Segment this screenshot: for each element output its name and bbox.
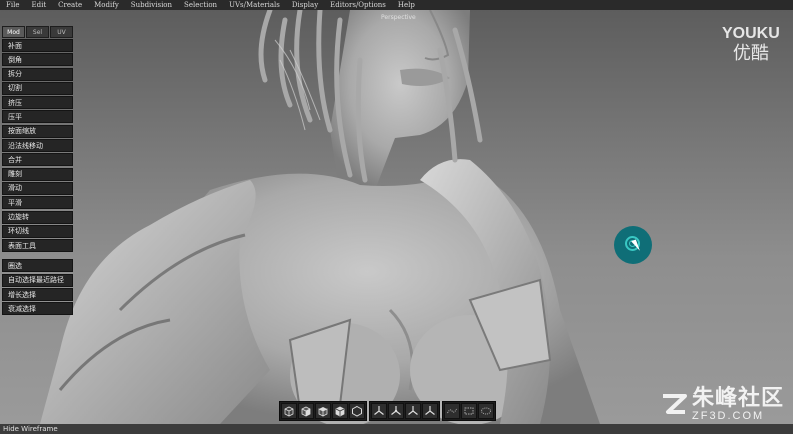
axis-xyz-icon[interactable] [371, 403, 387, 419]
tab-mod[interactable]: Mod [2, 26, 25, 38]
tool-button-8[interactable]: 合并 [2, 153, 73, 167]
axis-button-group [369, 401, 440, 421]
menu-subdivision[interactable]: Subdivision [125, 0, 178, 10]
tool-button-5[interactable]: 压平 [2, 110, 73, 124]
view-cube-side-icon[interactable] [298, 403, 314, 419]
edge-select-icon[interactable] [461, 403, 477, 419]
menu-help[interactable]: Help [392, 0, 421, 10]
youku-logo-en: YOUKU [722, 25, 780, 42]
3d-viewport[interactable]: Perspective [0, 10, 793, 424]
axis-xy-icon[interactable] [388, 403, 404, 419]
menu-create[interactable]: Create [52, 0, 88, 10]
selection-tool-button-1[interactable]: 自动选择最近路径 [2, 273, 73, 287]
tab-uv[interactable]: UV [50, 26, 73, 38]
axis-yz-icon[interactable] [422, 403, 438, 419]
view-cube-front-icon[interactable] [281, 403, 297, 419]
view-button-group [279, 401, 367, 421]
vertex-select-icon[interactable] [444, 403, 460, 419]
tool-button-12[interactable]: 边旋转 [2, 210, 73, 224]
selection-tool-button-3[interactable]: 衰减选择 [2, 302, 73, 316]
tool-button-13[interactable]: 环切线 [2, 224, 73, 238]
menu-file[interactable]: File [0, 0, 25, 10]
menu-edit[interactable]: Edit [25, 0, 52, 10]
view-cube-persp-icon[interactable] [332, 403, 348, 419]
status-text: Hide Wireframe [3, 425, 58, 433]
bottom-toolbar [279, 401, 496, 421]
view-cube-top-icon[interactable] [315, 403, 331, 419]
character-model-render [40, 10, 600, 424]
axis-xz-icon[interactable] [405, 403, 421, 419]
modeling-tool-panel: Mod Sel UV 补面 倒角 拆分 切割 挤压 压平 按面缩放 沿法线移动 合并 雕刻 滑动 平滑… [2, 26, 73, 317]
menu-editors-options[interactable]: Editors/Options [324, 0, 392, 10]
zf3d-emblem-icon [663, 394, 687, 414]
selection-tool-button-2[interactable]: 增长选择 [2, 288, 73, 302]
panel-tabs: Mod Sel UV [2, 26, 73, 38]
zf3d-name-cn: 朱峰社区 [692, 386, 785, 411]
zf3d-name-en: ZF3D.COM [692, 410, 765, 422]
tool-button-4[interactable]: 挤压 [2, 96, 73, 110]
viewport-label: Perspective [381, 14, 416, 21]
menu-display[interactable]: Display [286, 0, 324, 10]
menu-uvs-materials[interactable]: UVs/Materials [223, 0, 286, 10]
status-bar: Hide Wireframe [0, 424, 793, 434]
zf3d-logo: 朱峰社区 ZF3D.COM [660, 388, 784, 422]
tool-button-1[interactable]: 倒角 [2, 53, 73, 67]
cursor-highlight [614, 226, 652, 264]
tool-button-0[interactable]: 补面 [2, 39, 73, 52]
selection-tool-button-0[interactable]: 圈选 [2, 259, 73, 273]
menu-bar: File Edit Create Modify Subdivision Selection… [0, 0, 793, 10]
face-select-icon[interactable] [478, 403, 494, 419]
view-cube-iso-icon[interactable] [349, 403, 365, 419]
tool-list: 补面 倒角 拆分 切割 挤压 压平 按面缩放 沿法线移动 合并 雕刻 滑动 平滑 边旋转 环切线 表面工具 [2, 39, 73, 253]
selection-tool-list: 圈选 自动选择最近路径 增长选择 衰减选择 [2, 259, 73, 316]
tool-button-9[interactable]: 雕刻 [2, 167, 73, 181]
tool-button-10[interactable]: 滑动 [2, 181, 73, 195]
selection-mode-group [442, 401, 496, 421]
tool-button-14[interactable]: 表面工具 [2, 239, 73, 253]
tab-sel[interactable]: Sel [26, 26, 49, 38]
tool-button-6[interactable]: 按面缩放 [2, 124, 73, 138]
menu-modify[interactable]: Modify [88, 0, 125, 10]
tool-button-7[interactable]: 沿法线移动 [2, 139, 73, 153]
tool-button-11[interactable]: 平滑 [2, 196, 73, 210]
menu-selection[interactable]: Selection [178, 0, 223, 10]
youku-logo-cn: 优酷 [732, 43, 769, 63]
youku-watermark: YOUKU 优酷 [722, 25, 780, 63]
tool-button-2[interactable]: 拆分 [2, 67, 73, 81]
tool-button-3[interactable]: 切割 [2, 81, 73, 95]
